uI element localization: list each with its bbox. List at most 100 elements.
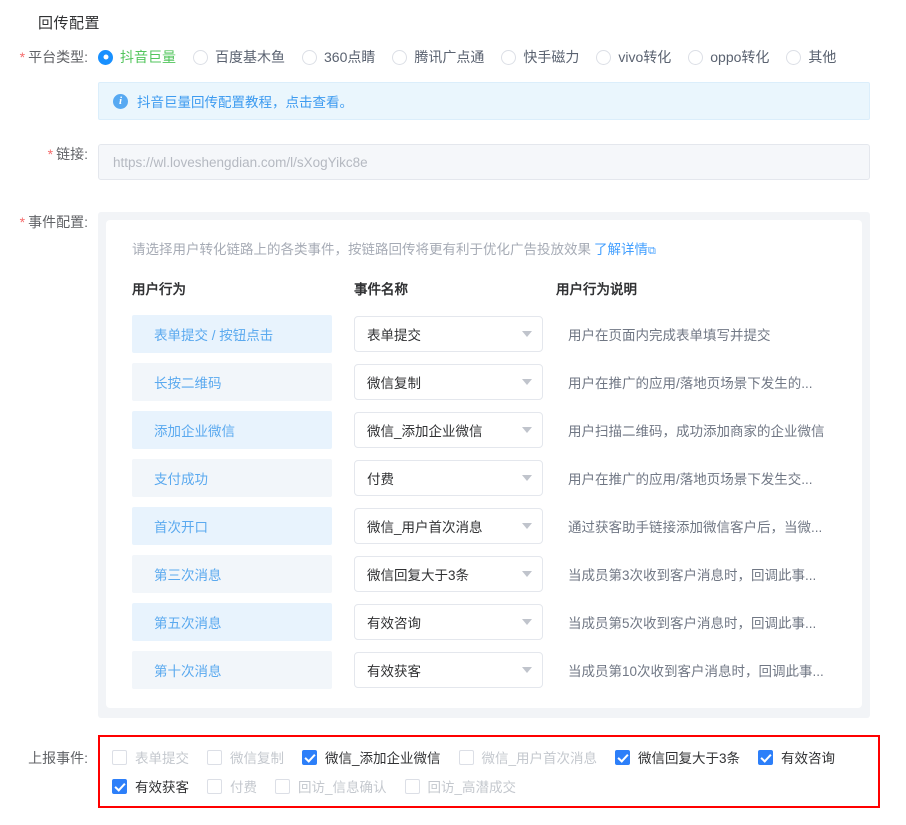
behavior-description: 当成员第10次收到客户消息时，回调此事... [556, 660, 828, 680]
platform-radio-0[interactable]: 抖音巨量 [98, 47, 176, 67]
report-event-checkbox-6[interactable]: 有效获客 [112, 775, 189, 797]
report-event-checkbox-2[interactable]: 微信_添加企业微信 [302, 746, 441, 768]
event-name-select[interactable]: 有效咨询 [354, 604, 543, 640]
checkbox-icon [207, 750, 222, 765]
table-row: 长按二维码微信复制用户在推广的应用/落地页场景下发生的... [106, 358, 862, 406]
report-event-checkbox-4[interactable]: 微信回复大于3条 [615, 746, 740, 768]
radio-circle-icon [688, 50, 703, 65]
report-event-checkbox-3[interactable]: 微信_用户首次消息 [459, 746, 598, 768]
report-event-checkbox-1[interactable]: 微信复制 [207, 746, 284, 768]
event-name-select[interactable]: 表单提交 [354, 316, 543, 352]
cell-description: 当成员第3次收到客户消息时，回调此事... [556, 550, 862, 598]
table-row: 支付成功付费用户在推广的应用/落地页场景下发生交... [106, 454, 862, 502]
table-row: 首次开口微信_用户首次消息通过获客助手链接添加微信客户后，当微... [106, 502, 862, 550]
radio-circle-icon [786, 50, 801, 65]
chevron-down-icon [522, 331, 532, 337]
page-title: 回传配置 [38, 12, 100, 33]
required-star: * [20, 214, 25, 230]
report-event-checkbox-5[interactable]: 有效咨询 [758, 746, 835, 768]
report-events-checkbox-group[interactable]: 表单提交 微信复制微信_添加企业微信 微信_用户首次消息微信回复大于3条 有效咨询有效… [112, 746, 868, 797]
checkbox-icon [112, 750, 127, 765]
checkbox-icon [112, 779, 127, 794]
report-event-checkbox-7[interactable]: 付费 [207, 775, 257, 797]
event-name-select-value: 有效咨询 [367, 612, 421, 632]
column-header-behavior: 用户行为 [106, 278, 354, 310]
platform-radio-7[interactable]: 其他 [786, 47, 836, 67]
cell-event-name: 有效获客 [354, 646, 556, 694]
platform-radio-label: 360点睛 [324, 47, 375, 67]
report-event-checkbox-0[interactable]: 表单提交 [112, 746, 189, 768]
info-circle-icon: i [113, 94, 128, 109]
learn-more-label: 了解详情 [594, 242, 648, 257]
behavior-chip: 第十次消息 [132, 651, 332, 689]
table-row: 表单提交 / 按钮点击表单提交用户在页面内完成表单填写并提交 [106, 310, 862, 358]
cell-behavior: 添加企业微信 [106, 406, 354, 454]
learn-more-link[interactable]: 了解详情⧉ [594, 242, 656, 257]
report-event-label: 回访_高潜成交 [428, 776, 517, 796]
link-label: *链接: [0, 144, 98, 180]
chevron-down-icon [522, 619, 532, 625]
report-event-label: 付费 [230, 776, 257, 796]
platform-radio-5[interactable]: vivo转化 [596, 47, 671, 67]
report-event-label: 有效获客 [135, 776, 189, 796]
event-config-container: 请选择用户转化链路上的各类事件，按链路回传将更有利于优化广告投放效果了解详情⧉ … [98, 212, 870, 718]
platform-type-label: *平台类型: [0, 47, 98, 67]
platform-radio-3[interactable]: 腾讯广点通 [392, 47, 484, 67]
event-name-select[interactable]: 微信_添加企业微信 [354, 412, 543, 448]
platform-radio-label: 抖音巨量 [120, 47, 176, 67]
cell-event-name: 表单提交 [354, 310, 556, 358]
event-name-select[interactable]: 微信回复大于3条 [354, 556, 543, 592]
checkbox-icon [207, 779, 222, 794]
report-event-checkbox-8[interactable]: 回访_信息确认 [275, 775, 387, 797]
table-body: 表单提交 / 按钮点击表单提交用户在页面内完成表单填写并提交长按二维码微信复制用… [106, 310, 862, 694]
behavior-chip: 表单提交 / 按钮点击 [132, 315, 332, 353]
event-name-select[interactable]: 微信_用户首次消息 [354, 508, 543, 544]
platform-radio-4[interactable]: 快手磁力 [501, 47, 579, 67]
behavior-chip: 首次开口 [132, 507, 332, 545]
platform-radio-6[interactable]: oppo转化 [688, 47, 769, 67]
cell-behavior: 第十次消息 [106, 646, 354, 694]
chevron-down-icon [522, 523, 532, 529]
link-input[interactable]: https://wl.loveshengdian.com/l/sXogYikc8… [98, 144, 870, 180]
table-row: 第三次消息微信回复大于3条当成员第3次收到客户消息时，回调此事... [106, 550, 862, 598]
column-header-event-name: 事件名称 [354, 278, 556, 310]
event-name-select[interactable]: 有效获客 [354, 652, 543, 688]
info-banner[interactable]: i 抖音巨量回传配置教程，点击查看。 [98, 82, 870, 120]
platform-radio-1[interactable]: 百度基木鱼 [193, 47, 285, 67]
chevron-down-icon [522, 667, 532, 673]
info-banner-row: i 抖音巨量回传配置教程，点击查看。 [0, 82, 906, 120]
radio-circle-icon [392, 50, 407, 65]
event-name-select-value: 有效获客 [367, 660, 421, 680]
event-name-select[interactable]: 付费 [354, 460, 543, 496]
external-link-icon: ⧉ [648, 245, 656, 257]
cell-description: 当成员第10次收到客户消息时，回调此事... [556, 646, 862, 694]
link-row: *链接: https://wl.loveshengdian.com/l/sXog… [0, 144, 906, 180]
report-event-checkbox-9[interactable]: 回访_高潜成交 [405, 775, 517, 797]
checkbox-icon [758, 750, 773, 765]
cell-description: 用户扫描二维码，成功添加商家的企业微信 [556, 406, 862, 454]
behavior-chip: 长按二维码 [132, 363, 332, 401]
cell-description: 用户在推广的应用/落地页场景下发生交... [556, 454, 862, 502]
event-name-select-value: 微信回复大于3条 [367, 564, 469, 584]
cell-event-name: 微信_用户首次消息 [354, 502, 556, 550]
report-event-label: 微信复制 [230, 747, 284, 767]
required-star: * [20, 49, 25, 65]
radio-circle-icon [193, 50, 208, 65]
info-banner-text[interactable]: 抖音巨量回传配置教程，点击查看。 [137, 91, 353, 111]
report-event-label: 微信_用户首次消息 [482, 747, 598, 767]
platform-type-radio-group[interactable]: 抖音巨量 百度基木鱼 360点睛 腾讯广点通快手磁力 vivo转化 oppo转化其他 [98, 47, 853, 67]
report-event-label: 回访_信息确认 [298, 776, 387, 796]
cell-event-name: 付费 [354, 454, 556, 502]
platform-radio-label: vivo转化 [618, 47, 671, 67]
platform-radio-label: 腾讯广点通 [414, 47, 484, 67]
chevron-down-icon [522, 475, 532, 481]
platform-radio-2[interactable]: 360点睛 [302, 47, 375, 67]
event-config-table: 用户行为 事件名称 用户行为说明 表单提交 / 按钮点击表单提交用户在页面内完成… [106, 278, 862, 694]
chevron-down-icon [522, 427, 532, 433]
cell-event-name: 微信回复大于3条 [354, 550, 556, 598]
behavior-description: 当成员第5次收到客户消息时，回调此事... [556, 612, 828, 632]
platform-radio-label: 百度基木鱼 [215, 47, 285, 67]
event-name-select[interactable]: 微信复制 [354, 364, 543, 400]
event-name-select-value: 微信_添加企业微信 [367, 420, 483, 440]
report-event-label: 有效咨询 [781, 747, 835, 767]
